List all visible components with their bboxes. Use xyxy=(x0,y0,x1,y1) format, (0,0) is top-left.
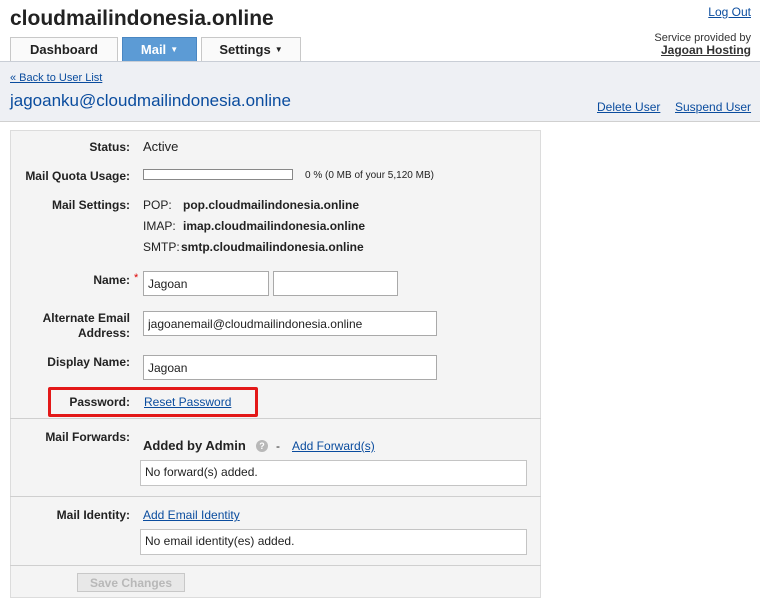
empty-forwards-text: No forward(s) added. xyxy=(145,465,258,479)
section-divider xyxy=(10,496,541,497)
section-divider xyxy=(10,565,541,566)
name-label: Name: xyxy=(93,273,130,287)
alt-email-label-line1: Alternate Email xyxy=(42,311,130,325)
help-icon[interactable]: ? xyxy=(256,440,268,452)
alt-email-label-line2: Address: xyxy=(77,326,130,340)
last-name-input[interactable] xyxy=(273,271,398,296)
site-title: cloudmailindonesia.online xyxy=(10,7,274,30)
quota-text: 0 % (0 MB of your 5,120 MB) xyxy=(305,170,434,181)
service-provider-link[interactable]: Jagoan Hosting xyxy=(661,43,751,57)
forwards-list: No forward(s) added. xyxy=(140,460,527,486)
identity-list: No email identity(es) added. xyxy=(140,529,527,555)
tab-settings[interactable]: Settings ▼ xyxy=(201,37,301,61)
required-indicator: * xyxy=(134,272,139,284)
pop-server: pop.cloudmailindonesia.online xyxy=(183,198,360,212)
quota-progress-bar xyxy=(143,169,293,180)
highlight-box xyxy=(48,387,258,417)
display-name-input[interactable] xyxy=(143,355,437,380)
tab-mail-label: Mail xyxy=(140,42,167,57)
display-name-label: Display Name: xyxy=(47,355,130,369)
tab-dashboard[interactable]: Dashboard xyxy=(10,37,118,61)
mail-forwards-label: Mail Forwards: xyxy=(45,430,130,444)
status-label: Status: xyxy=(89,140,130,154)
suspend-user-link[interactable]: Suspend User xyxy=(675,100,751,114)
chevron-down-icon: ▼ xyxy=(274,45,283,54)
tab-mail[interactable]: Mail ▼ xyxy=(122,37,197,61)
first-name-input[interactable] xyxy=(143,271,269,296)
back-to-user-list-link[interactable]: « Back to User List xyxy=(10,72,102,84)
logout-link[interactable]: Log Out xyxy=(708,5,751,19)
smtp-label: SMTP: xyxy=(143,240,180,254)
mail-settings-label: Mail Settings: xyxy=(51,198,130,212)
section-divider xyxy=(10,418,541,419)
pop-label: POP: xyxy=(143,198,172,212)
add-email-identity-link[interactable]: Add Email Identity xyxy=(143,508,240,522)
chevron-down-icon: ▼ xyxy=(170,45,179,54)
delete-user-link[interactable]: Delete User xyxy=(597,100,660,114)
mail-identity-label: Mail Identity: xyxy=(56,508,130,522)
imap-label: IMAP: xyxy=(143,219,176,233)
page-title: jagoanku@cloudmailindonesia.online xyxy=(10,91,291,110)
alternate-email-input[interactable] xyxy=(143,311,437,336)
tab-dashboard-label: Dashboard xyxy=(30,42,98,57)
empty-identity-text: No email identity(es) added. xyxy=(145,534,295,548)
status-value: Active xyxy=(143,139,179,154)
tab-settings-label: Settings xyxy=(219,42,271,57)
imap-server: imap.cloudmailindonesia.online xyxy=(183,219,366,233)
quota-label: Mail Quota Usage: xyxy=(25,169,130,183)
smtp-server: smtp.cloudmailindonesia.online xyxy=(181,240,364,254)
added-by-admin-text: Added by Admin xyxy=(143,438,246,453)
save-changes-button[interactable]: Save Changes xyxy=(77,573,185,592)
add-forward-link[interactable]: Add Forward(s) xyxy=(292,439,375,453)
separator: - xyxy=(276,439,280,453)
